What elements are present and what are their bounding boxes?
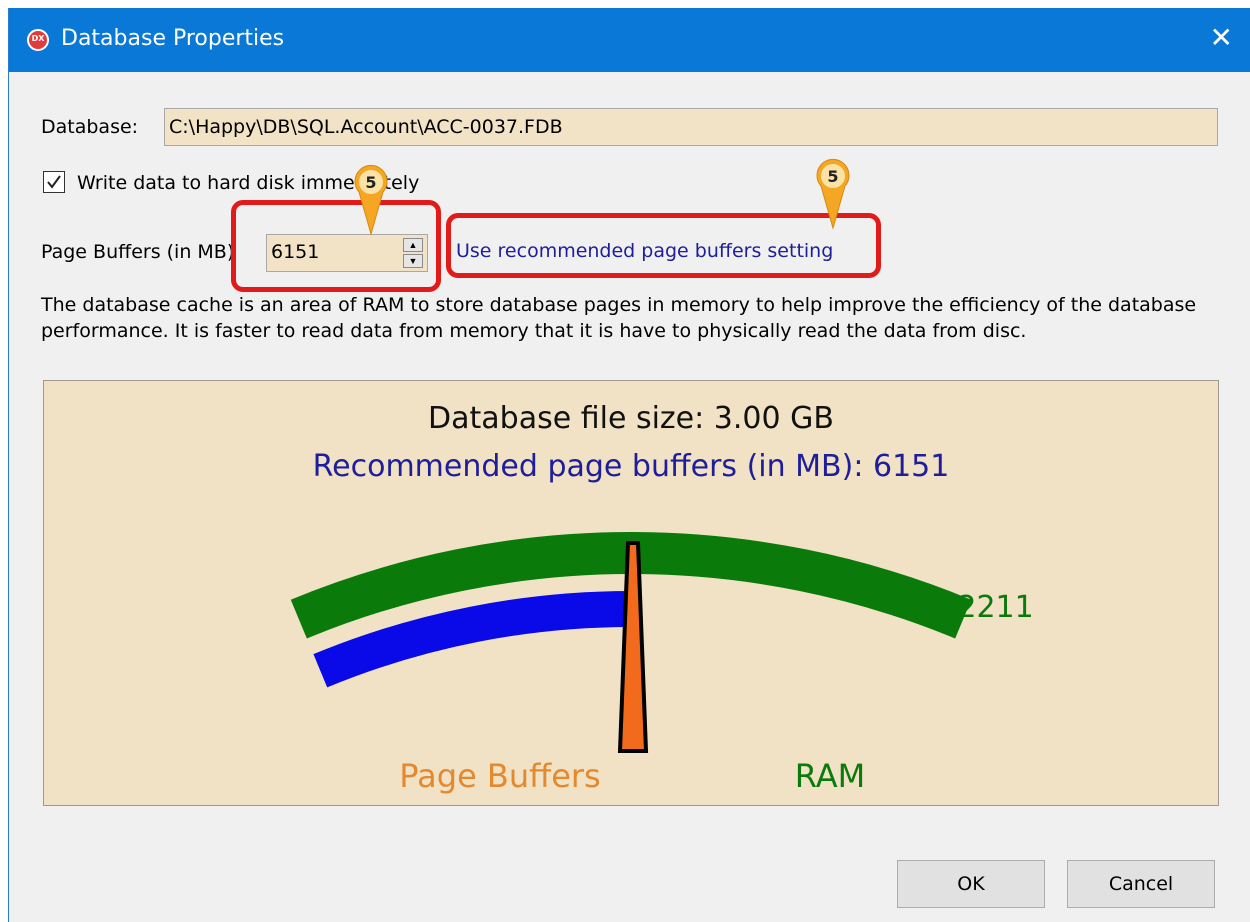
write-immediately-checkbox[interactable] xyxy=(43,171,65,193)
gauge-panel: Database file size: 3.00 GB Recommended … xyxy=(43,380,1219,806)
ram-gauge: 0 12211 Page Buffers RAM xyxy=(290,532,1034,795)
gauge-min-label: 0 xyxy=(302,590,321,625)
checkmark-icon xyxy=(47,175,61,189)
gauge-max-label: 12211 xyxy=(938,590,1033,625)
app-logo-icon: DX xyxy=(27,29,49,51)
close-icon[interactable]: ✕ xyxy=(1210,22,1233,54)
gauge-needle xyxy=(617,541,649,753)
page-buffers-legend: Page Buffers xyxy=(399,757,600,795)
window-title: Database Properties xyxy=(61,26,285,51)
database-properties-dialog: DX Database Properties ✕ Database: C:\Ha… xyxy=(8,8,1250,922)
spinner-highlight-box xyxy=(231,200,441,292)
ok-button[interactable]: OK xyxy=(897,860,1045,908)
cache-description: The database cache is an area of RAM to … xyxy=(41,294,1197,342)
cancel-button[interactable]: Cancel xyxy=(1067,860,1215,908)
ram-legend: RAM xyxy=(795,757,865,795)
marker-pin-icon: 5 xyxy=(816,158,850,230)
database-label: Database: xyxy=(41,116,139,138)
page-buffers-label: Page Buffers (in MB) xyxy=(41,241,235,263)
title-bar: DX Database Properties ✕ xyxy=(9,8,1250,72)
app-logo-text: DX xyxy=(31,34,45,43)
database-path-field[interactable]: C:\Happy\DB\SQL.Account\ACC-0037.FDB xyxy=(164,108,1218,146)
marker-number: 5 xyxy=(365,173,376,192)
page-buffers-arc xyxy=(313,590,634,688)
marker-pin-icon: 5 xyxy=(354,164,388,236)
marker-number: 5 xyxy=(827,167,838,186)
